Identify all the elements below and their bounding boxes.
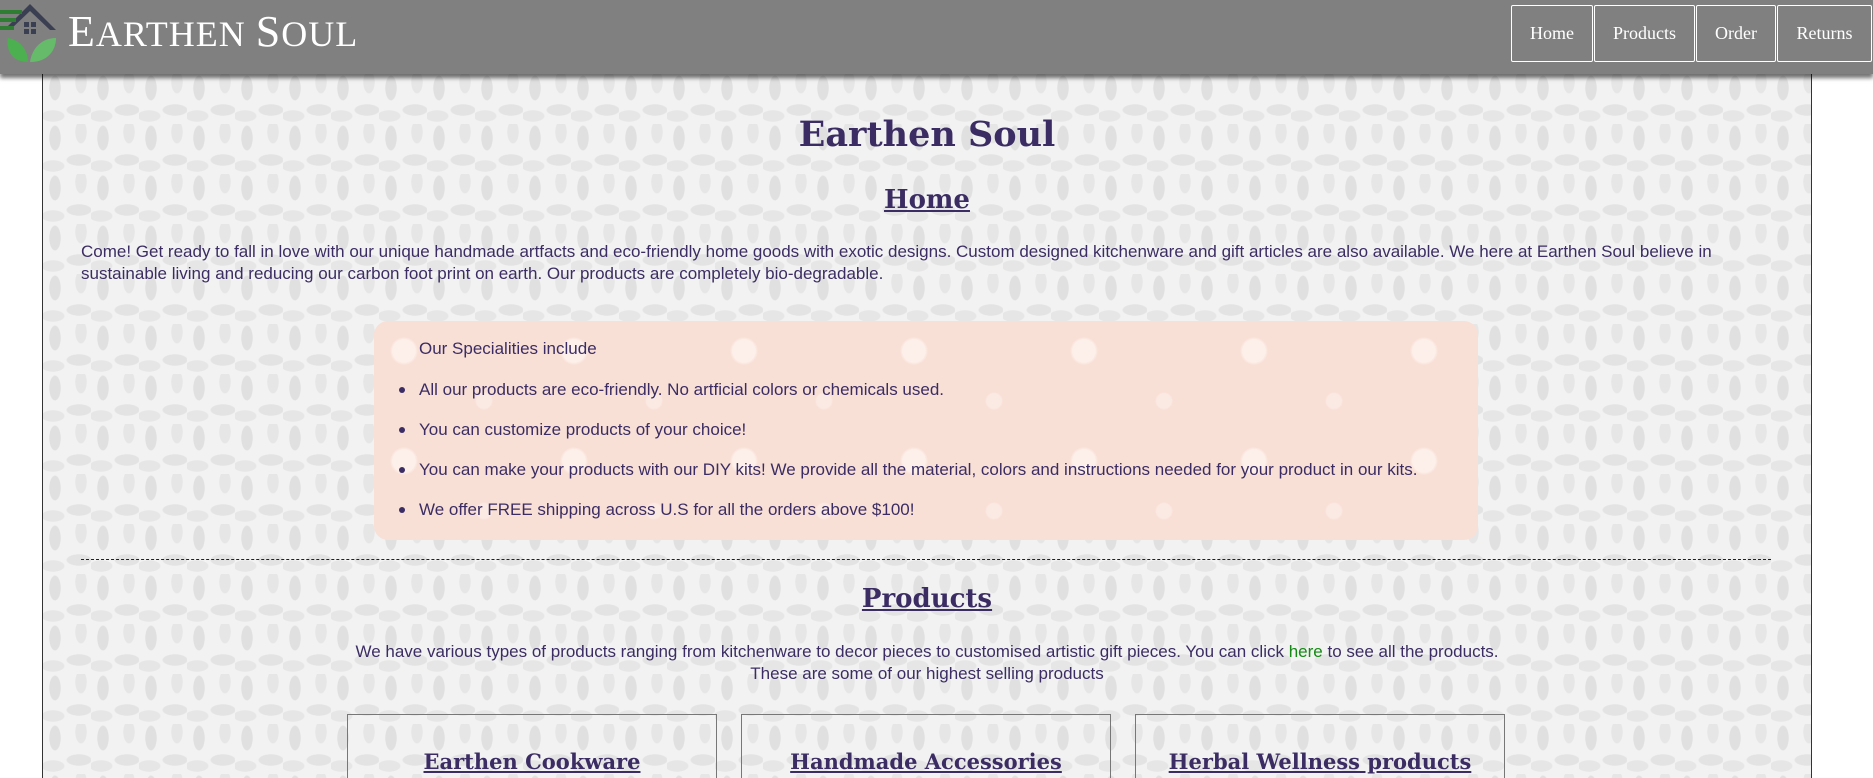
nav-order[interactable]: Order xyxy=(1696,5,1776,62)
home-heading: Home xyxy=(884,185,970,215)
site-header: EARTHEN SOUL Home Products Order Returns xyxy=(0,0,1873,74)
card-title[interactable]: Earthen Cookware xyxy=(348,749,716,774)
speciality-item: We offer FREE shipping across U.S for al… xyxy=(398,499,1417,539)
products-subtext: These are some of our highest selling pr… xyxy=(750,664,1104,683)
products-description: We have various types of products rangin… xyxy=(43,641,1811,685)
card-title[interactable]: Handmade Accessories xyxy=(742,749,1110,774)
speciality-item: All our products are eco-friendly. No ar… xyxy=(398,379,1417,419)
products-here-link[interactable]: here xyxy=(1289,642,1323,661)
main-nav: Home Products Order Returns xyxy=(1511,5,1873,62)
brand-name[interactable]: EARTHEN SOUL xyxy=(68,6,358,60)
house-leaf-logo-icon[interactable] xyxy=(0,0,60,64)
nav-products[interactable]: Products xyxy=(1594,5,1695,62)
specialities-list: All our products are eco-friendly. No ar… xyxy=(398,379,1417,539)
section-divider xyxy=(81,559,1771,560)
products-text-after: to see all the products. xyxy=(1322,642,1499,661)
product-card-cookware[interactable]: Earthen Cookware xyxy=(347,714,717,778)
page-title: Earthen Soul xyxy=(798,114,1056,155)
specialities-box: Our Specialities include All our product… xyxy=(374,321,1478,540)
card-title[interactable]: Herbal Wellness products xyxy=(1136,749,1504,774)
products-heading: Products xyxy=(861,584,993,614)
specialities-intro: Our Specialities include xyxy=(419,339,597,358)
speciality-item: You can make your products with our DIY … xyxy=(398,459,1417,499)
nav-returns[interactable]: Returns xyxy=(1777,5,1872,62)
product-card-herbal[interactable]: Herbal Wellness products xyxy=(1135,714,1505,778)
intro-paragraph: Come! Get ready to fall in love with our… xyxy=(81,242,1712,283)
speciality-item: You can customize products of your choic… xyxy=(398,419,1417,459)
nav-home[interactable]: Home xyxy=(1511,5,1593,62)
main-content: Earthen Soul Home Come! Get ready to fal… xyxy=(42,74,1812,778)
product-card-accessories[interactable]: Handmade Accessories xyxy=(741,714,1111,778)
products-text-before: We have various types of products rangin… xyxy=(355,642,1289,661)
